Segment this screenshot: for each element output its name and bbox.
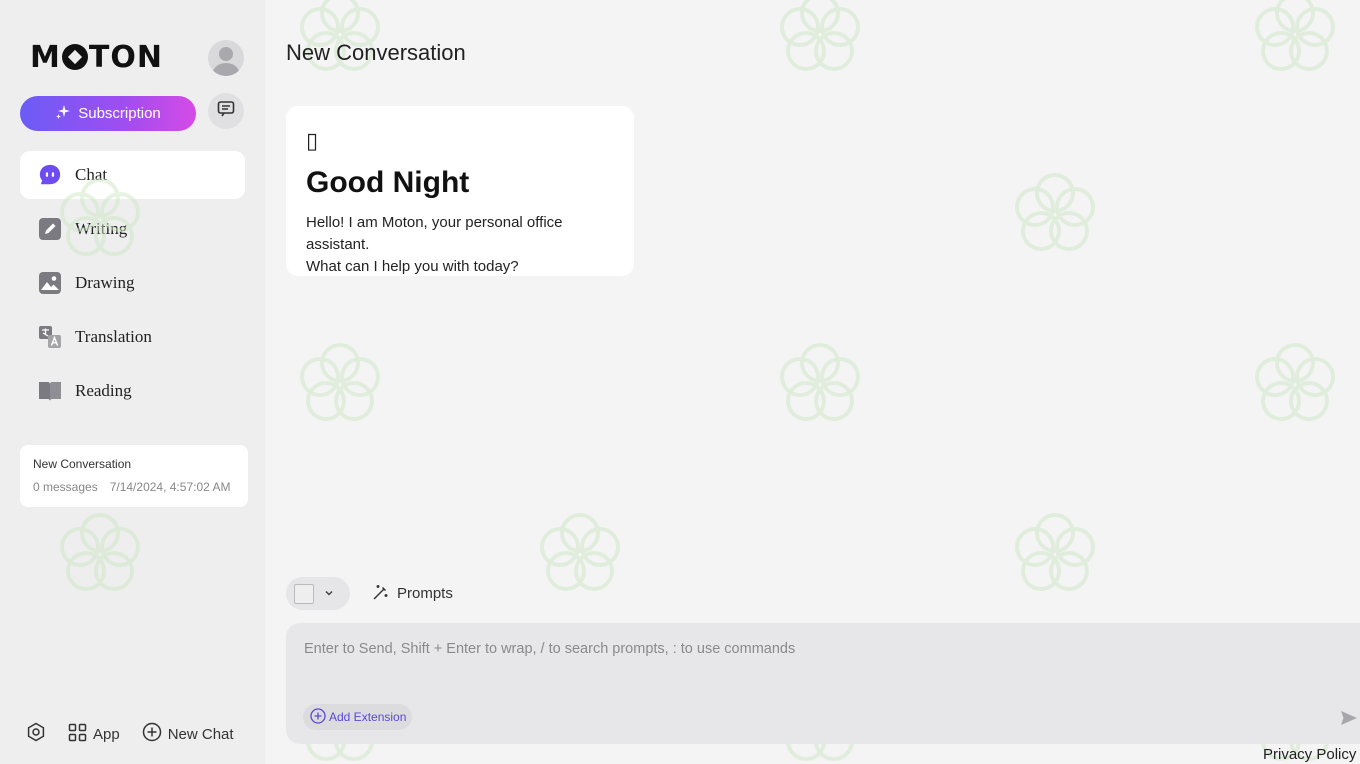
model-selector[interactable] bbox=[286, 577, 350, 610]
chat-history-button[interactable] bbox=[208, 93, 244, 129]
page-title: New Conversation bbox=[286, 40, 466, 65]
app-button[interactable]: App bbox=[68, 723, 120, 746]
sidebar-footer: App New Chat bbox=[26, 722, 256, 746]
send-button[interactable] bbox=[1340, 709, 1358, 727]
greeting-card: ▯ Good Night Hello! I am Moton, your per… bbox=[286, 106, 634, 276]
subscription-button[interactable]: Subscription bbox=[20, 96, 196, 131]
greeting-line-2: What can I help you with today? bbox=[306, 258, 519, 275]
nav-item-writing[interactable]: Writing bbox=[20, 205, 245, 253]
nav-label-translation: Translation bbox=[75, 327, 152, 346]
chat-bubble-icon bbox=[38, 163, 62, 187]
book-icon bbox=[38, 379, 62, 403]
message-composer: Add Extension bbox=[286, 623, 1360, 744]
pen-icon bbox=[38, 217, 62, 241]
greeting-message: Hello! I am Moton, your personal office … bbox=[306, 212, 614, 278]
prompts-button[interactable]: Prompts bbox=[372, 583, 453, 605]
avatar[interactable] bbox=[208, 40, 244, 76]
plus-circle-icon bbox=[142, 722, 162, 746]
greeting-title: Good Night bbox=[306, 166, 470, 199]
send-arrow-icon bbox=[1340, 711, 1358, 731]
input-toolbar: Prompts bbox=[286, 577, 453, 610]
new-chat-label: New Chat bbox=[167, 725, 234, 743]
new-chat-button[interactable]: New Chat bbox=[142, 722, 234, 746]
image-icon bbox=[38, 271, 62, 295]
message-square-icon bbox=[216, 99, 236, 124]
add-extension-button[interactable]: Add Extension bbox=[303, 704, 413, 730]
conversation-message-count: 0 messages bbox=[33, 480, 98, 494]
conversation-item[interactable]: New Conversation 0 messages 7/14/2024, 4… bbox=[20, 445, 248, 507]
moton-logo[interactable]: M TON bbox=[30, 40, 163, 75]
model-icon bbox=[294, 583, 314, 604]
magic-wand-icon bbox=[372, 583, 390, 605]
greeting-line-1: Hello! I am Moton, your personal office … bbox=[306, 214, 563, 253]
nav-item-drawing[interactable]: Drawing bbox=[20, 259, 245, 307]
privacy-policy-link[interactable]: Privacy Policy bbox=[1263, 746, 1356, 763]
chevron-down-icon bbox=[324, 585, 334, 603]
nav-label-reading: Reading bbox=[75, 381, 132, 400]
nav-label-drawing: Drawing bbox=[75, 273, 135, 292]
plus-circle-icon bbox=[310, 707, 326, 727]
translate-icon bbox=[38, 325, 62, 349]
main-nav: Chat Writing Drawing Translation Reading bbox=[20, 151, 245, 421]
app-label: App bbox=[93, 725, 120, 743]
grid-icon bbox=[68, 723, 87, 746]
gear-icon bbox=[26, 722, 46, 746]
settings-button[interactable] bbox=[26, 722, 46, 746]
add-extension-label: Add Extension bbox=[329, 710, 407, 724]
nav-label-chat: Chat bbox=[75, 165, 108, 184]
sparkle-icon bbox=[55, 104, 71, 124]
subscription-label: Subscription bbox=[78, 105, 161, 122]
conversation-title: New Conversation bbox=[33, 457, 132, 471]
message-input[interactable] bbox=[304, 641, 1344, 701]
nav-item-translation[interactable]: Translation bbox=[20, 313, 245, 361]
conversation-timestamp: 7/14/2024, 4:57:02 AM bbox=[109, 480, 231, 494]
nav-item-chat[interactable]: Chat bbox=[20, 151, 245, 199]
nav-label-writing: Writing bbox=[75, 219, 128, 238]
prompts-label: Prompts bbox=[397, 585, 453, 602]
nav-item-reading[interactable]: Reading bbox=[20, 367, 245, 415]
sidebar: M TON Subscription Chat Writing Drawing … bbox=[0, 0, 265, 764]
greeting-icon: ▯ bbox=[306, 129, 319, 154]
logo-mark-icon bbox=[61, 44, 88, 70]
